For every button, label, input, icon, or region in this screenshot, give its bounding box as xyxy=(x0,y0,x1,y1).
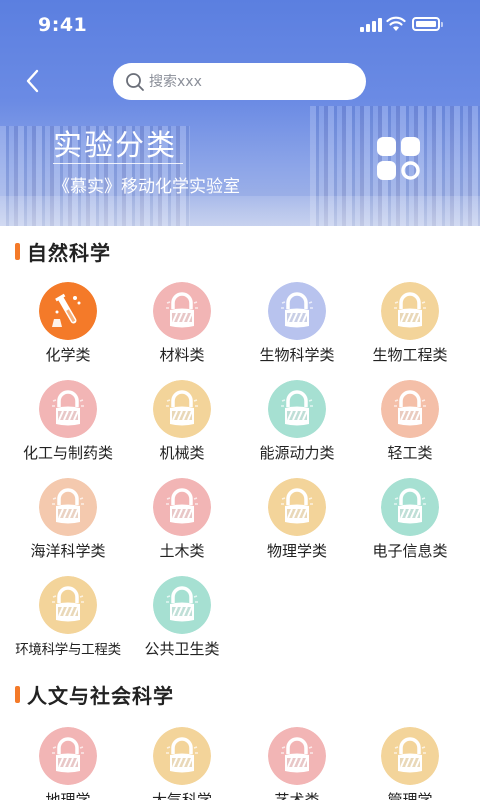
search-icon xyxy=(126,73,144,91)
battery-icon xyxy=(412,17,443,31)
category-item[interactable]: 海洋科学类 xyxy=(8,478,128,568)
category-label: 化学类 xyxy=(45,346,91,364)
category-item[interactable]: 地理学 xyxy=(8,727,128,800)
lock-icon xyxy=(268,478,326,536)
category-label: 地理学 xyxy=(45,791,91,800)
section-header-natural-science: 自然科学 xyxy=(15,237,111,265)
section-title: 自然科学 xyxy=(27,240,111,265)
lock-icon xyxy=(39,576,97,634)
back-arrow-icon[interactable] xyxy=(20,68,46,94)
page-title: 实验分类 xyxy=(53,128,178,162)
category-item[interactable]: 环境科学与工程类 xyxy=(8,576,128,666)
lock-icon xyxy=(381,380,439,438)
title-divider xyxy=(53,163,183,164)
wifi-icon xyxy=(386,16,406,31)
test-tube-icon xyxy=(39,282,97,340)
category-item[interactable]: 化工与制药类 xyxy=(8,380,128,470)
lock-icon xyxy=(268,380,326,438)
category-label: 材料类 xyxy=(159,346,205,364)
section-accent-bar xyxy=(15,242,20,260)
lock-icon xyxy=(39,727,97,785)
lock-icon xyxy=(381,727,439,785)
category-label: 环境科学与工程类 xyxy=(15,642,121,658)
lock-icon xyxy=(268,727,326,785)
floor-background xyxy=(0,196,480,226)
category-item[interactable]: 大气科学 xyxy=(122,727,242,800)
lock-icon xyxy=(153,380,211,438)
category-item[interactable]: 公共卫生类 xyxy=(122,576,242,666)
category-label: 能源动力类 xyxy=(259,444,335,462)
category-label: 管理学 xyxy=(387,791,433,800)
section-accent-bar xyxy=(15,685,20,703)
category-label: 大气科学 xyxy=(151,791,212,800)
search-bar[interactable] xyxy=(113,63,366,100)
lock-icon xyxy=(381,478,439,536)
category-item[interactable]: 土木类 xyxy=(122,478,242,568)
lock-icon xyxy=(153,282,211,340)
category-label: 土木类 xyxy=(159,542,205,560)
category-label: 化工与制药类 xyxy=(22,444,113,462)
category-label: 生物科学类 xyxy=(259,346,335,364)
lock-icon xyxy=(39,380,97,438)
category-label: 艺术类 xyxy=(274,791,320,800)
section-title: 人文与社会科学 xyxy=(27,683,174,708)
category-label: 轻工类 xyxy=(387,444,433,462)
lock-icon xyxy=(153,727,211,785)
status-time: 9:41 xyxy=(38,14,88,36)
lock-icon xyxy=(268,282,326,340)
category-item[interactable]: 材料类 xyxy=(122,282,242,372)
search-input[interactable] xyxy=(149,63,349,100)
category-label: 生物工程类 xyxy=(372,346,448,364)
category-item[interactable]: 生物科学类 xyxy=(237,282,357,372)
lock-icon xyxy=(381,282,439,340)
category-label: 物理学类 xyxy=(266,542,327,560)
lock-icon xyxy=(153,478,211,536)
page-subtitle: 《慕实》移动化学实验室 xyxy=(53,177,240,197)
category-label: 公共卫生类 xyxy=(144,640,220,658)
cellular-signal-icon xyxy=(360,18,382,32)
category-item[interactable]: 能源动力类 xyxy=(237,380,357,470)
category-item[interactable]: 物理学类 xyxy=(237,478,357,568)
status-bar: 9:41 xyxy=(0,0,480,52)
category-item[interactable]: 机械类 xyxy=(122,380,242,470)
lock-icon xyxy=(153,576,211,634)
section-header-humanities: 人文与社会科学 xyxy=(15,680,174,708)
category-grid-icon[interactable] xyxy=(376,136,422,182)
category-label: 机械类 xyxy=(159,444,205,462)
category-item[interactable]: 轻工类 xyxy=(350,380,470,470)
category-item[interactable]: 管理学 xyxy=(350,727,470,800)
header-banner: 9:41 实验分类 《慕实》移动化学实验室 xyxy=(0,0,480,226)
category-label: 电子信息类 xyxy=(372,542,448,560)
category-item[interactable]: 电子信息类 xyxy=(350,478,470,568)
category-item[interactable]: 艺术类 xyxy=(237,727,357,800)
lock-icon xyxy=(39,478,97,536)
category-item[interactable]: 化学类 xyxy=(8,282,128,372)
category-label: 海洋科学类 xyxy=(30,542,106,560)
category-item[interactable]: 生物工程类 xyxy=(350,282,470,372)
